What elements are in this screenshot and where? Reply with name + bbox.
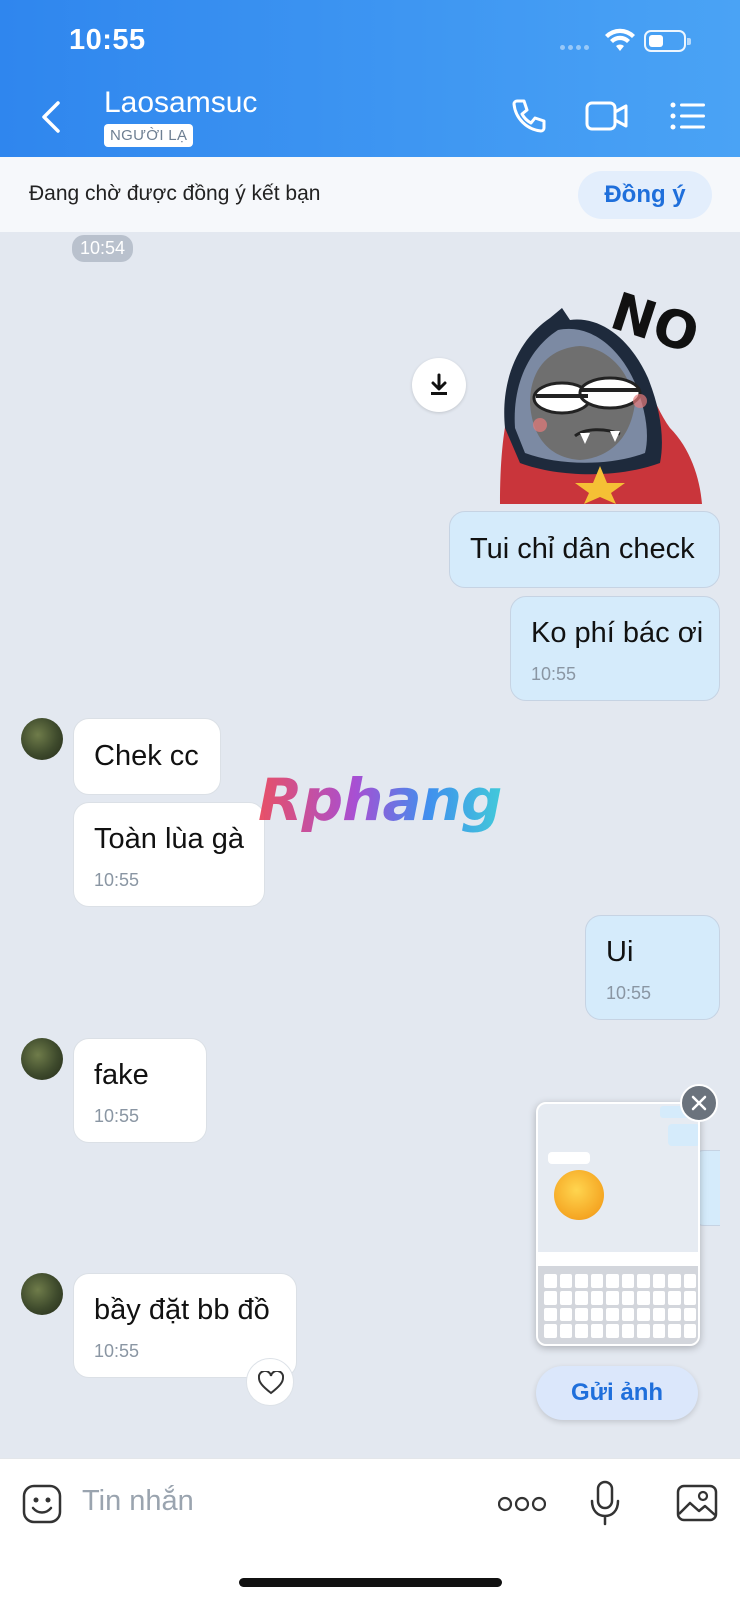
message-bubble-sent[interactable]: Tui chỉ dân check bbox=[449, 511, 720, 588]
message-text: Ko phí bác ơi bbox=[531, 617, 704, 649]
send-photo-button[interactable]: Gửi ảnh bbox=[536, 1366, 698, 1420]
stranger-badge: NGƯỜI LẠ bbox=[104, 124, 194, 147]
chat-header: 10:55 Laosamsuc NGƯỜI LẠ bbox=[0, 0, 740, 157]
menu-list-icon[interactable] bbox=[668, 96, 708, 136]
message-text: Chek cc bbox=[94, 740, 199, 772]
friend-request-bar: Đang chờ được đồng ý kết bạn Đồng ý bbox=[0, 157, 740, 232]
contact-avatar[interactable] bbox=[21, 1038, 63, 1080]
message-bubble-received[interactable]: fake 10:55 bbox=[73, 1038, 207, 1143]
message-text: fake bbox=[94, 1059, 149, 1091]
message-bubble-sent[interactable]: Ko phí bác ơi 10:55 bbox=[510, 596, 720, 701]
emoji-sticker-icon[interactable] bbox=[21, 1483, 63, 1525]
wifi-icon bbox=[605, 28, 635, 51]
screenshot-preview-thumbnail[interactable] bbox=[536, 1102, 700, 1346]
download-icon bbox=[431, 373, 447, 395]
more-options-icon[interactable] bbox=[498, 1495, 546, 1513]
sticker-image[interactable]: NO bbox=[480, 278, 730, 504]
phone-call-icon[interactable] bbox=[508, 96, 548, 136]
heart-icon bbox=[258, 1371, 284, 1395]
contact-avatar[interactable] bbox=[21, 718, 63, 760]
message-text: Tui chỉ dân check bbox=[470, 533, 695, 565]
message-time: 10:55 bbox=[94, 1341, 140, 1361]
preview-mini-keyboard bbox=[538, 1266, 698, 1344]
microphone-icon[interactable] bbox=[588, 1479, 622, 1527]
image-gallery-icon[interactable] bbox=[675, 1483, 719, 1523]
message-text: bầy đặt bb đồ bbox=[94, 1294, 270, 1326]
time-separator: 10:54 bbox=[72, 235, 134, 262]
message-time: 10:55 bbox=[606, 983, 652, 1003]
back-button[interactable] bbox=[30, 95, 74, 139]
message-time: 10:55 bbox=[94, 1106, 140, 1126]
download-sticker-button[interactable] bbox=[412, 358, 466, 412]
message-input[interactable]: Tin nhắn bbox=[82, 1485, 194, 1518]
close-icon bbox=[691, 1095, 707, 1111]
close-preview-button[interactable] bbox=[680, 1084, 718, 1122]
contact-name[interactable]: Laosamsuc bbox=[104, 86, 257, 120]
video-call-icon[interactable] bbox=[584, 96, 630, 136]
contact-avatar[interactable] bbox=[21, 1273, 63, 1315]
cellular-signal-icon bbox=[560, 45, 589, 50]
message-time: 10:55 bbox=[531, 664, 577, 684]
message-bubble-received[interactable]: Chek cc bbox=[73, 718, 221, 795]
preview-mini-bubble bbox=[668, 1124, 698, 1146]
status-time: 10:55 bbox=[69, 24, 146, 56]
preview-mini-bubble bbox=[548, 1152, 590, 1164]
message-time: 10:55 bbox=[94, 870, 140, 890]
watermark: Rphang bbox=[258, 766, 502, 834]
accept-friend-button[interactable]: Đồng ý bbox=[578, 171, 712, 219]
message-text: Toàn lùa gà bbox=[94, 823, 244, 855]
message-bubble-sent[interactable]: Ui 10:55 bbox=[585, 915, 720, 1020]
friend-request-text: Đang chờ được đồng ý kết bạn bbox=[29, 182, 321, 205]
preview-emoji-sticker bbox=[554, 1170, 604, 1220]
message-text: Ui bbox=[606, 936, 634, 968]
message-bubble-received[interactable]: Toàn lùa gà 10:55 bbox=[73, 802, 265, 907]
battery-icon bbox=[644, 30, 691, 52]
react-heart-button[interactable] bbox=[246, 1358, 294, 1406]
home-indicator[interactable] bbox=[239, 1578, 502, 1587]
